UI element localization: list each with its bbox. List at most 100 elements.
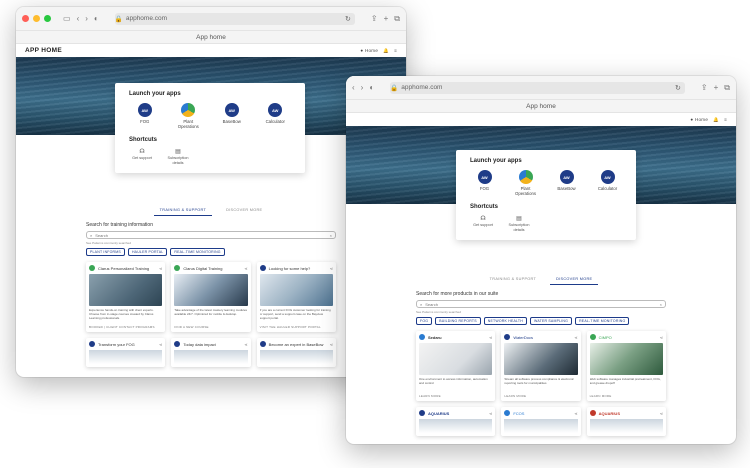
cimpo-logo-icon (589, 334, 596, 340)
clear-icon[interactable]: × (660, 302, 662, 307)
shortcut-get-support[interactable]: ☊ Get support (470, 216, 496, 232)
training-card[interactable]: Clarus Digital Training ⋖ Take advantage … (171, 262, 251, 332)
chip[interactable]: NETWORK HEALTH (483, 317, 527, 325)
card-link[interactable]: LEARN MORE (419, 394, 492, 398)
shortcut-label: Subscription details (167, 156, 189, 165)
training-card[interactable]: Become an expert in BaseBow ⋖ (256, 338, 336, 367)
share-icon[interactable]: ⋖ (660, 411, 663, 416)
share-icon[interactable]: ⋖ (330, 342, 333, 347)
tab-discover-more[interactable]: DISCOVER MORE (220, 205, 268, 216)
search-input[interactable]: ⌕ Search × (86, 231, 336, 239)
sidebar-icon[interactable]: ▭ (63, 14, 71, 23)
card-link[interactable]: BOOKED | CLIENT CONTACT PROGRAMS (89, 325, 162, 329)
share-icon[interactable]: ⋖ (574, 335, 577, 340)
card-text: Stream all software process compliance &… (504, 378, 574, 385)
chip[interactable]: BUILDING REPORTS (435, 317, 481, 325)
reload-icon[interactable]: ↻ (675, 84, 681, 92)
card-title: AQUARIUS (428, 410, 450, 416)
minimize-window-button[interactable] (33, 15, 40, 22)
tab-training-support[interactable]: TRAINING & SUPPORT (153, 205, 213, 216)
share-icon[interactable]: ⋖ (574, 411, 577, 416)
notification-bell-icon[interactable]: 🔔 (383, 48, 389, 54)
app-tile-basebow[interactable]: AW BaseBow (552, 170, 581, 196)
product-card[interactable]: AQUARIUS ⋖ (586, 407, 666, 436)
chip[interactable]: HAULER PORTAL (127, 248, 168, 256)
training-card[interactable]: Today data impact ⋖ (171, 338, 251, 367)
app-tile-basebow[interactable]: AW BaseBow (216, 103, 248, 129)
app-label: FOG (479, 186, 490, 191)
menu-icon[interactable]: ≡ (724, 117, 727, 122)
share-icon[interactable]: ⋖ (660, 335, 663, 340)
forward-icon[interactable]: › (85, 14, 88, 23)
app-tile-fog[interactable]: AW FOG (129, 103, 161, 129)
share-icon[interactable]: ⋖ (489, 335, 492, 340)
tab-training-support[interactable]: TRAINING & SUPPORT (484, 274, 542, 285)
user-menu[interactable]: ● Home (360, 48, 378, 53)
share-icon[interactable]: ⇪ (371, 14, 378, 23)
launch-heading: Launch your apps (129, 91, 181, 97)
app-tile-fog[interactable]: AW FOG (470, 170, 499, 196)
back-icon[interactable]: ‹ (352, 83, 355, 92)
address-bar[interactable]: 🔒 apphome.com ↻ (390, 81, 685, 94)
product-card[interactable]: WaterDocs ⋖ Stream all software process c… (501, 331, 581, 401)
card-image (504, 343, 578, 375)
chip[interactable]: FOG (416, 317, 433, 325)
shortcut-subscription-details[interactable]: ▤ Subscription details (165, 149, 191, 165)
chip[interactable]: WATER SAMPLING (529, 317, 573, 325)
share-icon[interactable]: ⋖ (159, 266, 162, 271)
card-image (89, 350, 163, 364)
privacy-shield-icon[interactable]: ◐ (94, 14, 99, 23)
back-icon[interactable]: ‹ (77, 14, 80, 23)
new-tab-icon[interactable]: + (384, 14, 389, 23)
product-card[interactable]: CIMPO ⋖ Web software manages industrial p… (586, 331, 666, 401)
tabs-overview-icon[interactable]: ⧉ (724, 83, 730, 92)
chip[interactable]: PLANT INFORMS (86, 248, 125, 256)
address-bar[interactable]: 🔒 apphome.com ↻ (114, 12, 355, 25)
app-tile-calculator[interactable]: AW Calculator (593, 170, 622, 196)
address-text: apphome.com (401, 84, 443, 91)
training-card[interactable]: Looking for some help? ⋖ If you are a cur… (256, 262, 336, 332)
forward-icon[interactable]: › (361, 83, 364, 92)
shortcut-subscription-details[interactable]: ▤ Subscription details (506, 216, 532, 232)
share-icon[interactable]: ⋖ (489, 411, 492, 416)
share-icon[interactable]: ⋖ (244, 266, 247, 271)
user-menu[interactable]: ● Home (690, 117, 708, 122)
new-tab-icon[interactable]: + (714, 83, 719, 92)
app-tile-plant-operations[interactable]: Plant Operations (511, 170, 540, 196)
product-card[interactable]: AQUARIUS ⋖ (416, 407, 496, 436)
privacy-shield-icon[interactable]: ◐ (369, 83, 374, 92)
app-header: ● Home 🔔 ≡ (346, 113, 736, 126)
app-tile-plant-operations[interactable]: Plant Operations (173, 103, 205, 129)
tab-discover-more[interactable]: DISCOVER MORE (550, 274, 599, 285)
chip-list: PLANT INFORMS HAULER PORTAL REAL-TIME MO… (86, 248, 336, 256)
search-input[interactable]: ⌕ Search × (416, 300, 666, 308)
card-link[interactable]: FIND A NEW COURSE (174, 325, 247, 329)
product-card[interactable]: Sedaru ⋖ One environment to access inform… (416, 331, 496, 401)
share-icon[interactable]: ⇪ (701, 83, 708, 92)
app-tile-calculator[interactable]: AW Calculator (260, 103, 292, 129)
clear-icon[interactable]: × (330, 233, 332, 238)
card-image (589, 419, 663, 433)
notification-bell-icon[interactable]: 🔔 (713, 117, 719, 123)
help-icon (259, 265, 266, 271)
share-icon[interactable]: ⋖ (330, 266, 333, 271)
card-link[interactable]: VISIT THE HAULER SUPPORT PORTAL (260, 325, 333, 329)
tabs-overview-icon[interactable]: ⧉ (394, 14, 400, 23)
chip[interactable]: REAL-TIME MONITORING (575, 317, 630, 325)
share-icon[interactable]: ⋖ (244, 342, 247, 347)
chip[interactable]: REAL-TIME MONITORING (170, 248, 225, 256)
close-window-button[interactable] (22, 15, 29, 22)
card-link[interactable]: LEARN MORE (504, 394, 577, 398)
product-card[interactable]: FCOS ⋖ (501, 407, 581, 436)
reload-icon[interactable]: ↻ (345, 15, 351, 23)
training-card[interactable]: Clarus Personalized Training ⋖ Experience… (86, 262, 166, 332)
shortcut-get-support[interactable]: ☊ Get support (129, 149, 155, 165)
card-text: One environment to access information, a… (419, 378, 488, 385)
share-icon[interactable]: ⋖ (159, 342, 162, 347)
card-link[interactable]: LEARN MORE (590, 394, 663, 398)
training-card[interactable]: Transform your FOG ⋖ (86, 338, 166, 367)
launch-card: Launch your apps AW FOG Plant Operations… (456, 150, 636, 241)
user-label: Home (364, 48, 379, 53)
zoom-window-button[interactable] (44, 15, 51, 22)
menu-icon[interactable]: ≡ (394, 48, 397, 53)
